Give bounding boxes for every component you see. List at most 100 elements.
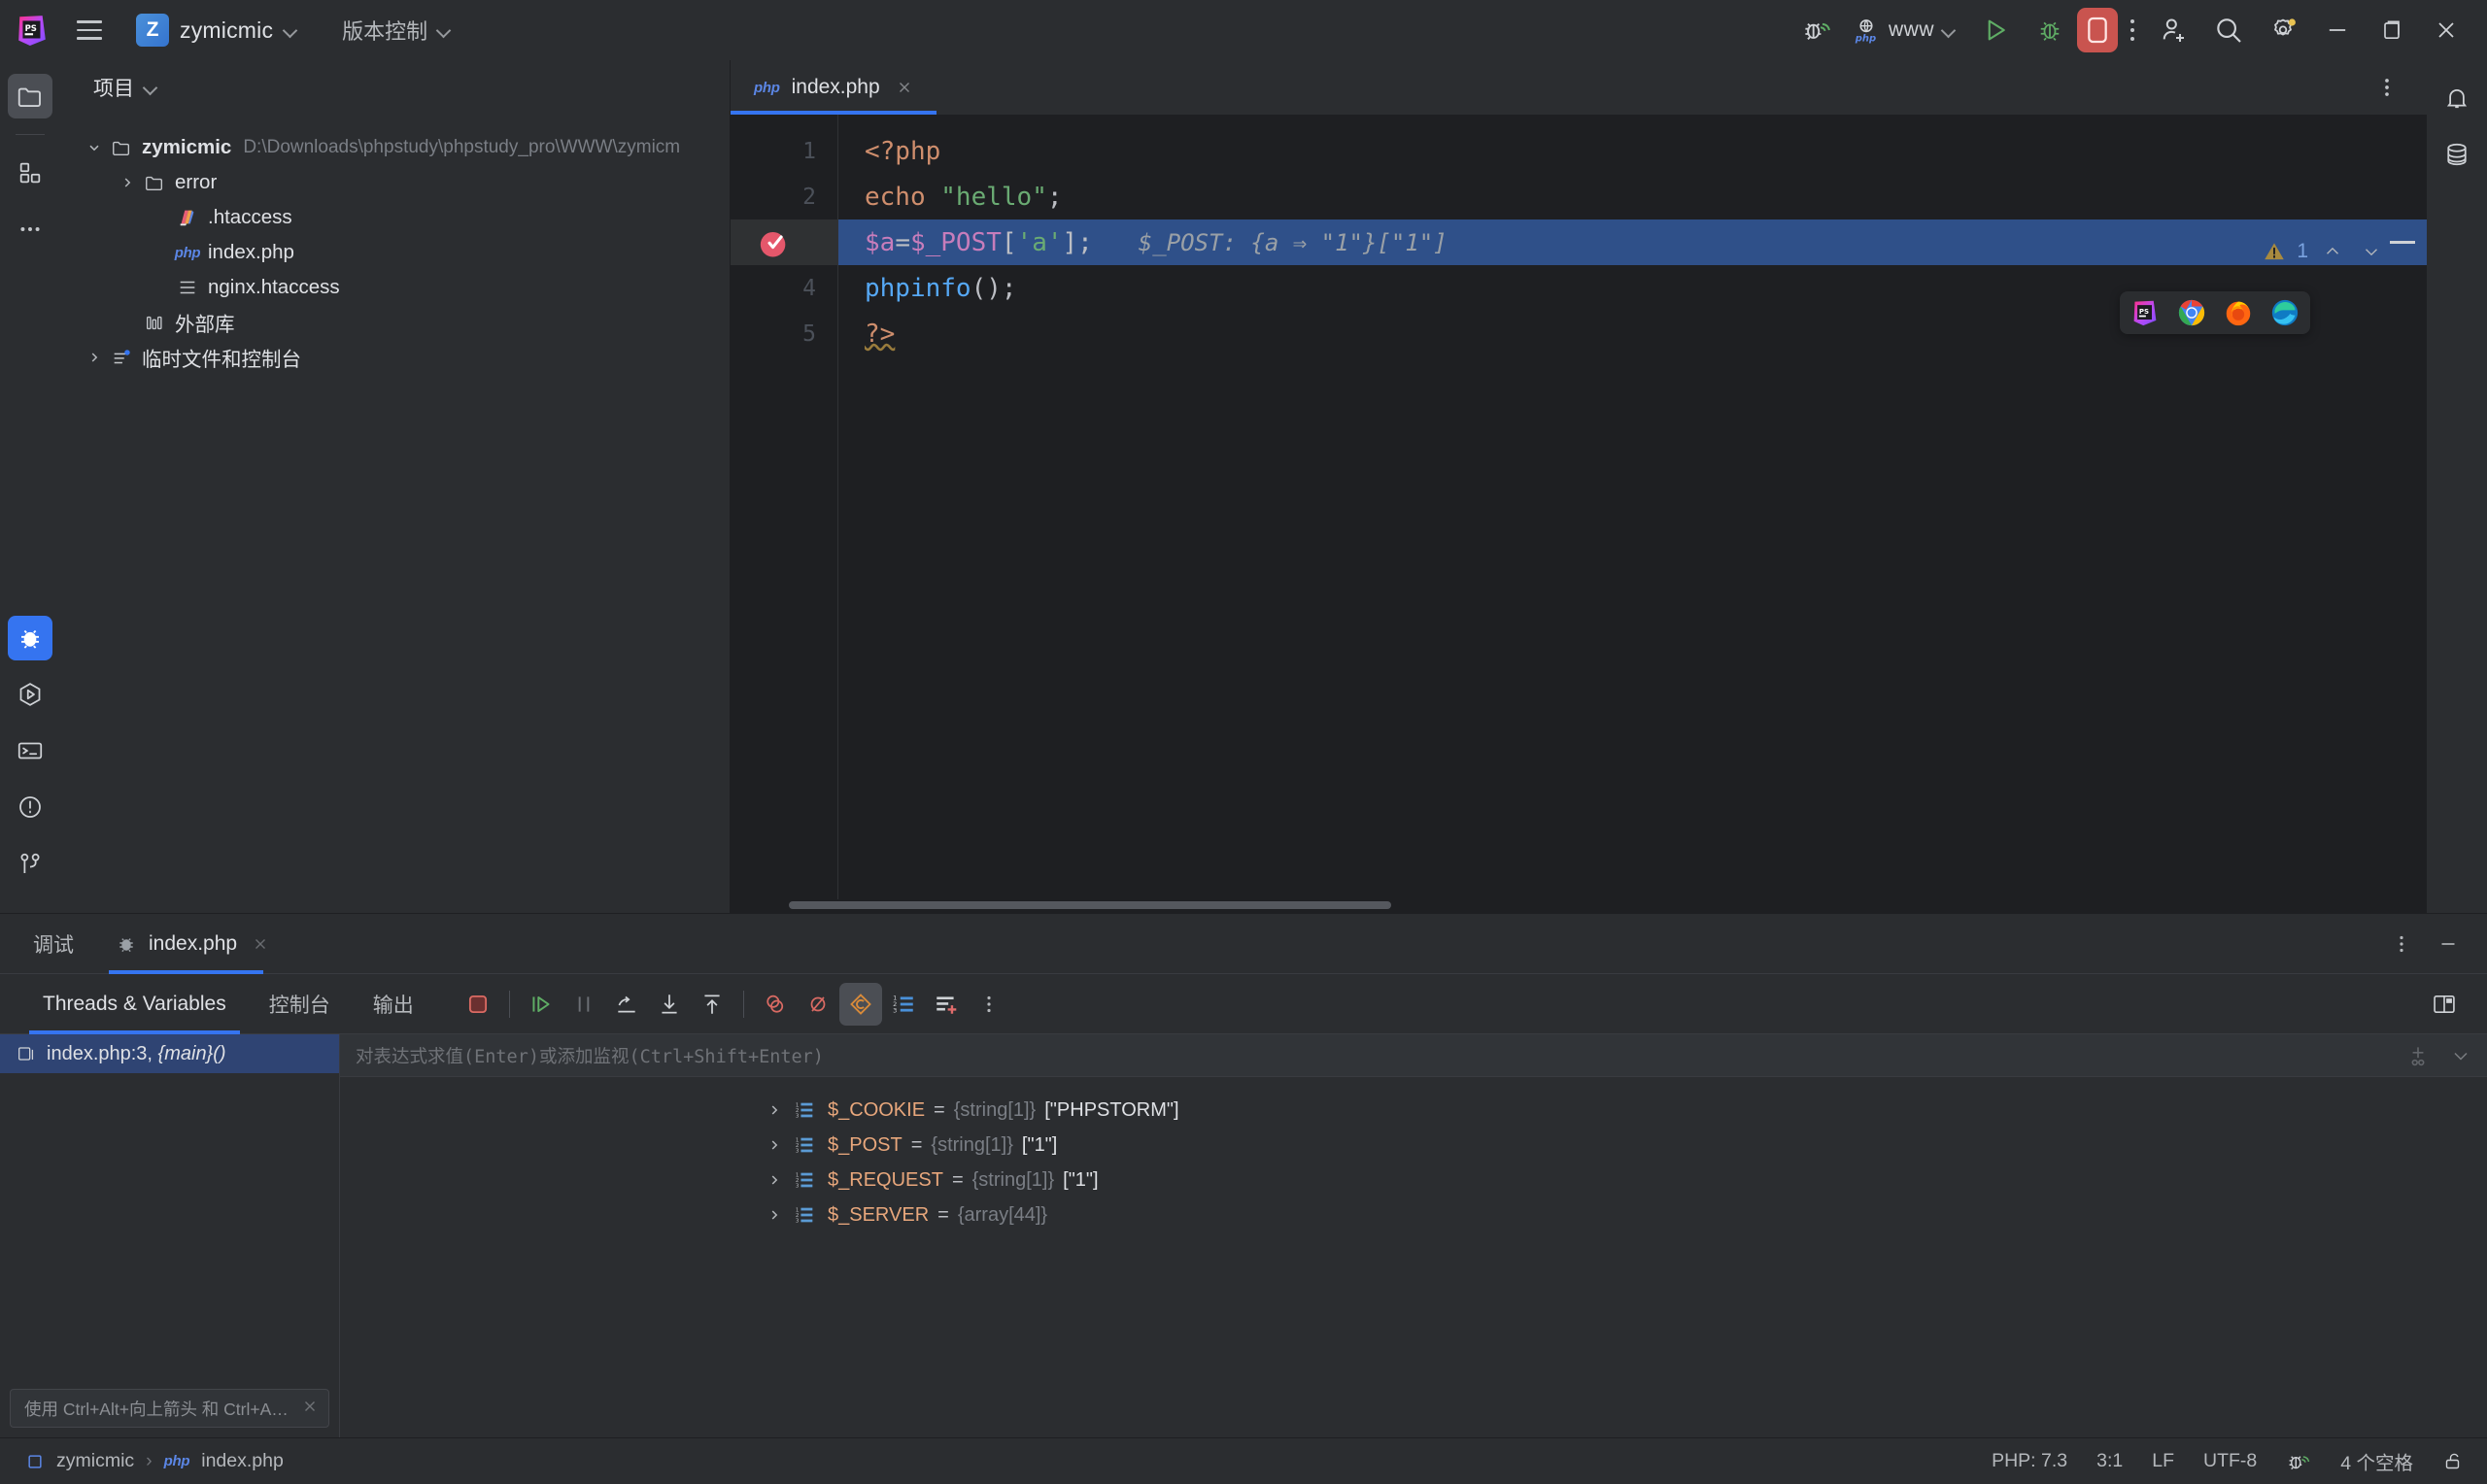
sort-values-button[interactable]: 123 bbox=[882, 983, 925, 1026]
chevron-down-icon[interactable] bbox=[2357, 237, 2386, 266]
status-lock[interactable] bbox=[2442, 1450, 2466, 1473]
tree-row-external-libraries[interactable]: 外部库 bbox=[60, 305, 730, 340]
chevron-right-icon[interactable] bbox=[115, 175, 140, 190]
restore-window-button[interactable] bbox=[2365, 8, 2419, 52]
sidebar-item-run[interactable] bbox=[8, 672, 52, 717]
listen-php-debug-icon[interactable] bbox=[1790, 8, 1843, 52]
stop-session-button[interactable] bbox=[457, 983, 499, 1026]
minimize-icon bbox=[2329, 29, 2346, 31]
close-icon[interactable] bbox=[892, 75, 917, 100]
step-out-button[interactable] bbox=[691, 983, 733, 1026]
sidebar-item-more[interactable] bbox=[8, 207, 52, 252]
code-editor[interactable]: 1 2 4 5 <?php echo "hello"; $a=$_POST[ bbox=[731, 115, 2427, 899]
step-over-button[interactable] bbox=[605, 983, 648, 1026]
sidebar-item-notifications[interactable] bbox=[2435, 76, 2479, 120]
sidebar-item-problems[interactable] bbox=[8, 785, 52, 829]
status-php-version[interactable]: PHP: 7.3 bbox=[1992, 1450, 2067, 1472]
sidebar-item-debug[interactable] bbox=[8, 616, 52, 660]
tab-output[interactable]: 输出 bbox=[352, 974, 435, 1034]
evaluate-expression-button[interactable] bbox=[838, 982, 882, 1026]
tree-row-nginx-htaccess[interactable]: nginx.htaccess bbox=[60, 270, 730, 305]
mute-breakpoints-button[interactable] bbox=[797, 983, 839, 1026]
sidebar-item-version-control[interactable] bbox=[8, 841, 52, 886]
frame-row[interactable]: index.php:3, {main}() bbox=[0, 1034, 339, 1073]
editor-tab-index-php[interactable]: php index.php bbox=[731, 60, 937, 115]
status-indent[interactable]: 4 个空格 bbox=[2340, 1447, 2413, 1475]
more-vertical-icon[interactable] bbox=[2118, 8, 2147, 52]
search-everywhere-button[interactable] bbox=[2201, 8, 2256, 52]
tab-threads-and-variables[interactable]: Threads & Variables bbox=[21, 974, 248, 1034]
firefox-icon[interactable] bbox=[2225, 299, 2252, 326]
chevron-right-icon[interactable] bbox=[760, 1207, 789, 1223]
close-window-button[interactable] bbox=[2419, 8, 2473, 52]
resume-program-button[interactable] bbox=[520, 983, 562, 1026]
tree-row-error[interactable]: error bbox=[60, 165, 730, 200]
breakpoint-verified-icon[interactable] bbox=[758, 227, 791, 260]
run-button[interactable] bbox=[1968, 8, 2023, 52]
chevron-right-icon[interactable] bbox=[760, 1137, 789, 1153]
inspection-widget[interactable]: 1 bbox=[2262, 237, 2386, 266]
chevron-right-icon[interactable] bbox=[760, 1102, 789, 1118]
sidebar-item-terminal[interactable] bbox=[8, 728, 52, 773]
add-watch-button[interactable] bbox=[925, 983, 968, 1026]
debug-button[interactable] bbox=[2023, 8, 2077, 52]
view-breakpoints-button[interactable] bbox=[754, 983, 797, 1026]
run-configuration-selector[interactable]: php www bbox=[1843, 11, 1964, 50]
gutter-divider bbox=[837, 115, 838, 899]
hamburger-menu-icon[interactable] bbox=[70, 11, 109, 50]
step-out-icon bbox=[704, 994, 720, 1014]
layout-settings-button[interactable] bbox=[2423, 983, 2466, 1026]
chevron-right-icon[interactable] bbox=[82, 350, 107, 365]
status-debug-listener[interactable] bbox=[2286, 1449, 2311, 1474]
vcs-widget[interactable]: 版本控制 bbox=[332, 10, 460, 51]
debug-panel-hide-button[interactable] bbox=[2427, 923, 2470, 965]
minimize-window-button[interactable] bbox=[2310, 8, 2365, 52]
chevron-down-icon[interactable] bbox=[144, 81, 157, 94]
chrome-icon[interactable] bbox=[2178, 299, 2205, 326]
settings-button[interactable] bbox=[2256, 8, 2310, 52]
code-line-2: echo "hello"; bbox=[837, 174, 2427, 219]
debug-panel-more-button[interactable] bbox=[2380, 923, 2423, 965]
status-bar-right: PHP: 7.3 3:1 LF UTF-8 4 个空格 bbox=[1992, 1447, 2466, 1475]
add-watch-icon[interactable] bbox=[2402, 1039, 2435, 1072]
phpstorm-browser-icon[interactable]: PS bbox=[2131, 299, 2159, 326]
close-icon[interactable] bbox=[248, 931, 273, 957]
pause-program-button[interactable] bbox=[562, 983, 605, 1026]
chevron-down-icon[interactable] bbox=[2444, 1039, 2477, 1072]
project-panel-title: 项目 bbox=[93, 78, 134, 100]
evaluate-expression-input[interactable]: 对表达式求值(Enter)或添加监视(Ctrl+Shift+Enter) bbox=[340, 1034, 2487, 1077]
variable-row[interactable]: 123 $_COOKIE = {string[1]} ["PHPSTORM"] bbox=[340, 1093, 2487, 1128]
toolbar-more-button[interactable] bbox=[968, 983, 1010, 1026]
close-icon[interactable] bbox=[301, 1398, 319, 1420]
editor-tabs-more-button[interactable] bbox=[2361, 65, 2413, 110]
status-encoding[interactable]: UTF-8 bbox=[2203, 1450, 2257, 1472]
edge-icon[interactable] bbox=[2271, 299, 2299, 326]
tree-row-htaccess[interactable]: .htaccess bbox=[60, 200, 730, 235]
status-caret-position[interactable]: 3:1 bbox=[2096, 1450, 2123, 1472]
breadcrumb-file[interactable]: index.php bbox=[201, 1450, 284, 1472]
chevron-up-icon[interactable] bbox=[2318, 237, 2347, 266]
sidebar-item-project[interactable] bbox=[8, 74, 52, 118]
variable-equals: = bbox=[937, 1203, 949, 1226]
tab-console[interactable]: 控制台 bbox=[248, 974, 352, 1034]
editor-horizontal-scrollbar[interactable] bbox=[731, 899, 2427, 913]
editor-code-area[interactable]: <?php echo "hello"; $a = $_POST['a']; $_PO… bbox=[837, 115, 2427, 899]
variable-row[interactable]: 123 $_SERVER = {array[44]} bbox=[340, 1197, 2487, 1232]
sidebar-item-commit[interactable] bbox=[8, 151, 52, 195]
status-line-separator[interactable]: LF bbox=[2152, 1450, 2174, 1472]
tree-row-zymicmic[interactable]: zymicmic D:\Downloads\phpstudy\phpstudy_… bbox=[60, 130, 730, 165]
tree-row-scratches[interactable]: 临时文件和控制台 bbox=[60, 340, 730, 375]
debug-session-tab[interactable]: index.php bbox=[109, 914, 287, 974]
tree-row-index-php[interactable]: php index.php bbox=[60, 235, 730, 270]
editor-gutter[interactable]: 1 2 4 5 bbox=[731, 115, 837, 899]
sidebar-item-database[interactable] bbox=[2435, 132, 2479, 177]
project-selector[interactable]: Z zymicmic bbox=[130, 9, 307, 51]
variable-row[interactable]: 123 $_REQUEST = {string[1]} ["1"] bbox=[340, 1163, 2487, 1197]
chevron-right-icon[interactable] bbox=[760, 1172, 789, 1188]
share-project-button[interactable] bbox=[2147, 8, 2201, 52]
stop-button[interactable] bbox=[2077, 8, 2118, 52]
breadcrumb-project[interactable]: zymicmic bbox=[56, 1450, 134, 1472]
variable-row[interactable]: 123 $_POST = {string[1]} ["1"] bbox=[340, 1128, 2487, 1163]
step-into-button[interactable] bbox=[648, 983, 691, 1026]
chevron-down-icon[interactable] bbox=[82, 140, 107, 155]
